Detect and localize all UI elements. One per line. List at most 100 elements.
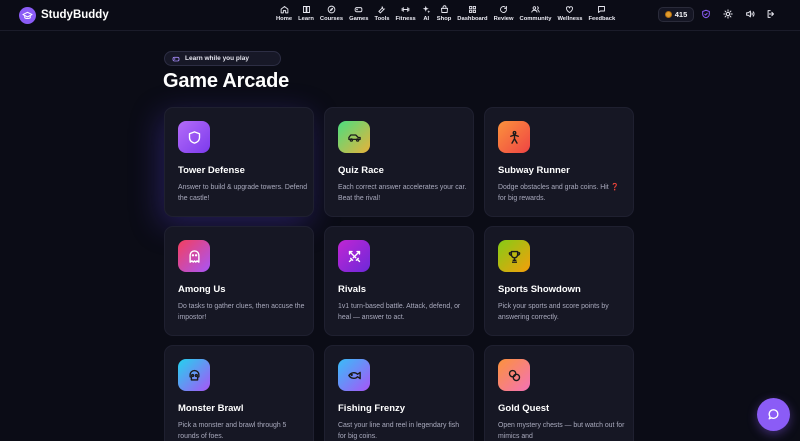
refresh-icon bbox=[500, 6, 507, 13]
card-description: Pick your sports and score points by ans… bbox=[498, 303, 609, 321]
nav-label: Dashboard bbox=[457, 16, 488, 22]
coin-balance[interactable]: 415 bbox=[658, 7, 694, 22]
card-icon-tile bbox=[338, 240, 370, 272]
chat-icon bbox=[768, 409, 779, 420]
card-icon-tile bbox=[178, 121, 210, 153]
coins-icon bbox=[508, 369, 520, 381]
learn-while-you-play-badge: Learn while you play bbox=[164, 51, 281, 66]
badge-text: Learn while you play bbox=[185, 55, 249, 62]
nav-home[interactable]: Home bbox=[273, 5, 295, 25]
main-nav: Home Learn Courses Games Tools Fitness A… bbox=[273, 5, 618, 25]
nav-tools[interactable]: Tools bbox=[371, 5, 392, 25]
nav-wellness[interactable]: Wellness bbox=[554, 5, 585, 25]
card-icon-tile bbox=[338, 121, 370, 153]
trophy-icon bbox=[508, 250, 520, 263]
brand-name: StudyBuddy bbox=[41, 9, 109, 21]
sparkle-icon bbox=[422, 5, 431, 14]
nav-label: Shop bbox=[436, 16, 452, 22]
card-title: Fishing Frenzy bbox=[338, 403, 406, 414]
card-icon-tile bbox=[178, 240, 210, 272]
card-title: Quiz Race bbox=[338, 165, 384, 176]
game-card-gold-quest[interactable]: Gold Quest Open mystery chests — but wat… bbox=[484, 345, 634, 441]
chat-button[interactable] bbox=[757, 398, 790, 431]
game-card-subway-runner[interactable]: Subway Runner Dodge obstacles and grab c… bbox=[484, 107, 634, 217]
nav-label: Learn bbox=[298, 16, 314, 22]
nav-fitness[interactable]: Fitness bbox=[392, 5, 418, 25]
card-icon-tile bbox=[178, 359, 210, 391]
home-icon bbox=[280, 6, 288, 14]
nav-review[interactable]: Review bbox=[491, 5, 517, 25]
gamepad-icon bbox=[172, 56, 180, 61]
card-title: Gold Quest bbox=[498, 403, 550, 414]
nav-shop[interactable]: Shop bbox=[434, 5, 455, 25]
nav-dashboard[interactable]: Dashboard bbox=[454, 5, 490, 25]
coin-icon bbox=[664, 11, 672, 18]
game-card-quiz-race[interactable]: Quiz Race Each correct answer accelerate… bbox=[324, 107, 474, 217]
dumbbell-icon bbox=[401, 7, 410, 12]
swords-icon bbox=[348, 250, 360, 262]
fish-icon bbox=[347, 371, 361, 379]
car-icon bbox=[347, 133, 361, 142]
card-icon-tile bbox=[498, 359, 530, 391]
volume-icon[interactable] bbox=[745, 9, 755, 19]
card-description: Each correct answer accelerates your car… bbox=[338, 184, 467, 202]
card-title: Tower Defense bbox=[178, 165, 245, 176]
card-description: Cast your line and reel in legendary fis… bbox=[338, 422, 460, 440]
game-card-rivals[interactable]: Rivals 1v1 turn-based battle. Attack, de… bbox=[324, 226, 474, 336]
nav-label: Feedback bbox=[588, 16, 616, 22]
message-icon bbox=[598, 6, 606, 13]
game-card-fishing-frenzy[interactable]: Fishing Frenzy Cast your line and reel i… bbox=[324, 345, 474, 441]
brand-logo-link[interactable]: StudyBuddy bbox=[19, 6, 109, 24]
skull-icon bbox=[188, 369, 200, 381]
card-title: Among Us bbox=[178, 284, 226, 295]
wrench-icon bbox=[378, 6, 386, 14]
card-title: Monster Brawl bbox=[178, 403, 244, 414]
nav-label: Wellness bbox=[557, 16, 583, 22]
heart-icon bbox=[566, 6, 574, 13]
users-icon bbox=[531, 6, 540, 13]
top-navigation-bar: StudyBuddy Home Learn Courses Games Tool… bbox=[0, 0, 800, 31]
graduation-cap-icon bbox=[19, 6, 36, 24]
nav-label: Home bbox=[276, 16, 293, 22]
nav-label: Fitness bbox=[395, 16, 416, 22]
nav-label: Review bbox=[493, 16, 514, 22]
card-description: 1v1 turn-based battle. Attack, defend, o… bbox=[338, 303, 461, 321]
card-description: Dodge obstacles and grab coins. Hit ❓ fo… bbox=[498, 184, 620, 202]
card-title: Subway Runner bbox=[498, 165, 570, 176]
card-title: Rivals bbox=[338, 284, 366, 295]
nav-label: Courses bbox=[319, 16, 344, 22]
card-description: Pick a monster and brawl through 5 round… bbox=[178, 422, 287, 440]
shop-icon bbox=[440, 5, 448, 13]
card-title: Sports Showdown bbox=[498, 284, 581, 295]
shield-icon bbox=[188, 130, 200, 144]
nav-label: Tools bbox=[374, 16, 390, 22]
logout-icon[interactable] bbox=[766, 9, 776, 19]
sun-icon[interactable] bbox=[723, 9, 733, 19]
gamepad-icon bbox=[354, 7, 363, 13]
game-card-monster-brawl[interactable]: Monster Brawl Pick a monster and brawl t… bbox=[164, 345, 314, 441]
page-title: Game Arcade bbox=[163, 70, 290, 92]
card-icon-tile bbox=[338, 359, 370, 391]
shield-check-icon[interactable] bbox=[701, 9, 711, 19]
nav-learn[interactable]: Learn bbox=[295, 5, 317, 25]
nav-label: AI bbox=[423, 16, 430, 22]
runner-icon bbox=[509, 130, 519, 144]
game-card-tower-defense[interactable]: Tower Defense Answer to build & upgrade … bbox=[164, 107, 314, 217]
card-icon-tile bbox=[498, 240, 530, 272]
book-icon bbox=[302, 6, 310, 13]
grid-icon bbox=[468, 6, 476, 13]
nav-courses[interactable]: Courses bbox=[317, 5, 346, 25]
nav-games[interactable]: Games bbox=[346, 5, 371, 25]
nav-community[interactable]: Community bbox=[517, 5, 555, 25]
nav-label: Games bbox=[349, 16, 369, 22]
card-description: Do tasks to gather clues, then accuse th… bbox=[178, 303, 305, 321]
compass-icon bbox=[327, 5, 336, 14]
game-card-among-us[interactable]: Among Us Do tasks to gather clues, then … bbox=[164, 226, 314, 336]
nav-feedback[interactable]: Feedback bbox=[585, 5, 618, 25]
game-card-sports-showdown[interactable]: Sports Showdown Pick your sports and sco… bbox=[484, 226, 634, 336]
nav-label: Community bbox=[519, 16, 552, 22]
card-description: Open mystery chests — but watch out for … bbox=[498, 422, 625, 440]
ghost-icon bbox=[188, 249, 200, 263]
card-description: Answer to build & upgrade towers. Defend… bbox=[178, 184, 308, 202]
nav-ai[interactable]: AI bbox=[419, 5, 434, 25]
